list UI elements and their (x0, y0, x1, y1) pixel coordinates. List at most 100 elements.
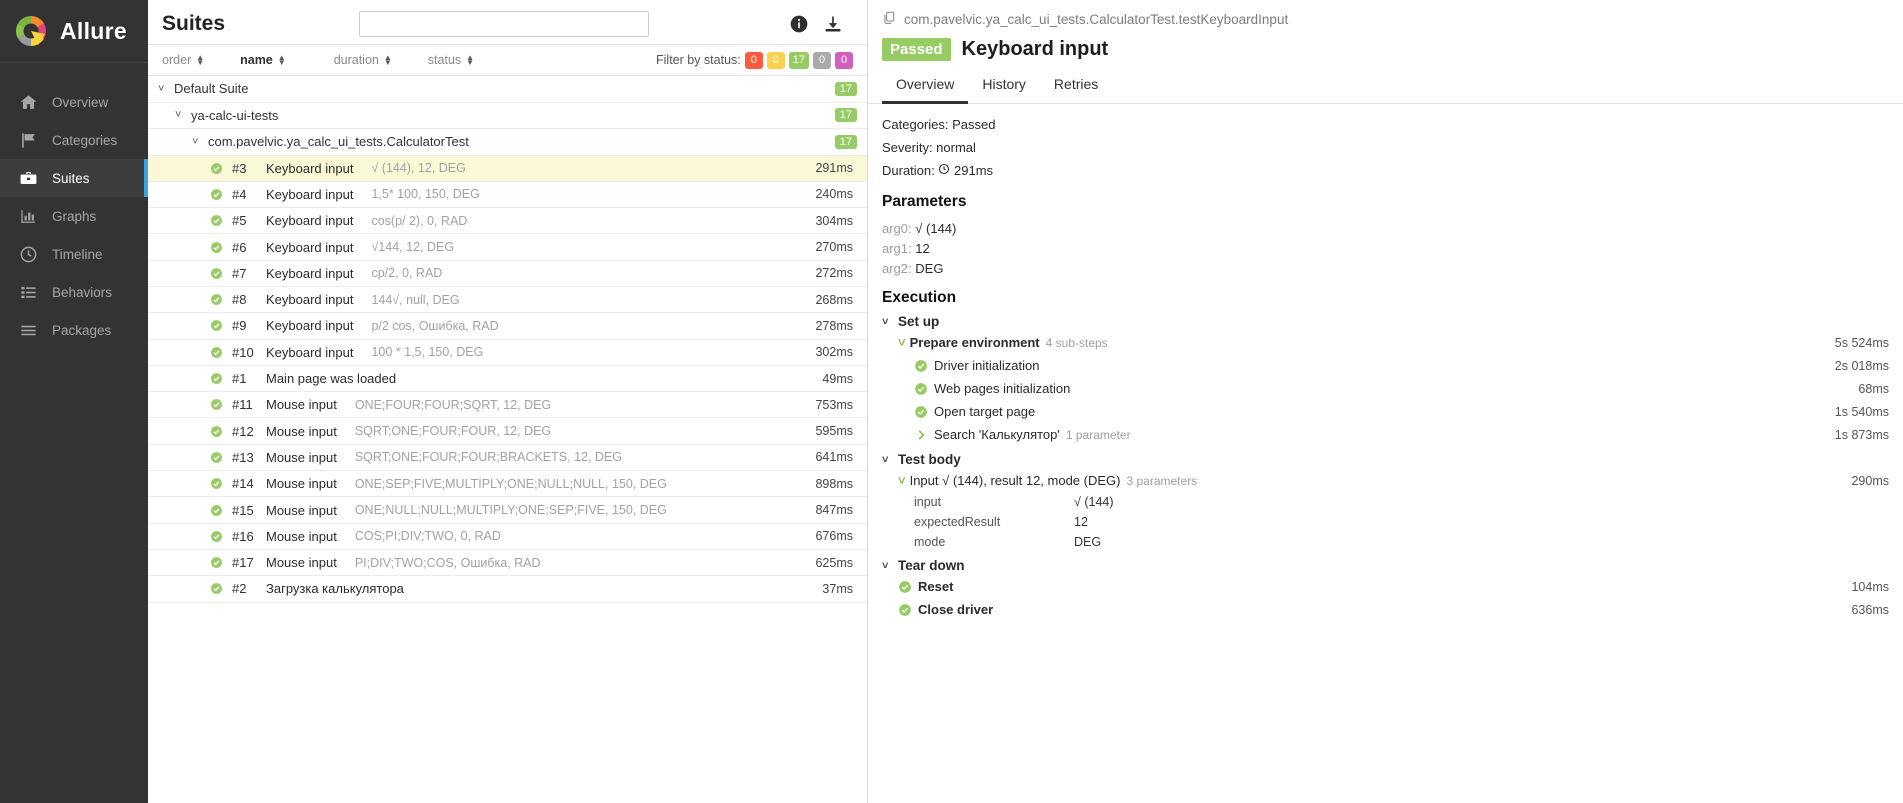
status-passed-icon (210, 267, 223, 280)
test-row[interactable]: #13 Mouse input SQRT;ONE;FOUR;FOUR;BRACKET… (148, 445, 867, 472)
chevron-down-icon: ˅ (882, 453, 889, 466)
test-number: #3 (232, 160, 247, 176)
step-label: Reset (918, 579, 954, 594)
sidebar-item-behaviors[interactable]: Behaviors (0, 273, 148, 311)
chevron-updown-icon: ▲ ▼ (277, 53, 286, 67)
sidebar-item-overview[interactable]: Overview (0, 83, 148, 121)
sidebar-item-packages[interactable]: Packages (0, 311, 148, 349)
chevron-updown-icon: ▲ ▼ (383, 53, 392, 67)
status-badge-passed[interactable]: 17 (788, 51, 809, 69)
setup-label: Set up (898, 314, 940, 329)
sort-duration[interactable]: duration ▲ ▼ (334, 53, 392, 67)
test-row[interactable]: #4 Keyboard input 1,5* 100, 150, DEG 240ms (148, 182, 867, 209)
sort-name[interactable]: name ▲ ▼ (240, 53, 286, 67)
setup-step[interactable]: Driver initialization 2s 018ms (882, 354, 1889, 377)
test-parameters: cos(p/ 2), 0, RAD (371, 213, 468, 228)
info-icon[interactable] (789, 14, 809, 34)
test-row[interactable]: #10 Keyboard input 100 * 1,5, 150, DEG 302m… (148, 340, 867, 366)
step-label: Driver initialization (934, 358, 1040, 373)
parameter-value: √ (144) (915, 220, 957, 236)
param-key: expectedResult (914, 515, 1001, 529)
tab-overview[interactable]: Overview (882, 67, 969, 104)
brand[interactable]: Allure (0, 0, 148, 63)
status-passed-icon (210, 188, 223, 201)
status-badge-broken[interactable]: 0 (766, 51, 785, 69)
test-row[interactable]: #16 Mouse input COS;PI;DIV;TWO, 0, RAD 676m… (148, 524, 867, 550)
setup-group[interactable]: ˅ Set up (882, 314, 1889, 329)
test-row[interactable]: #1 Main page was loaded 49ms (148, 366, 867, 393)
test-row[interactable]: #3 Keyboard input √ (144), 12, DEG 291ms (148, 155, 867, 182)
status-badge-unknown[interactable]: 0 (835, 51, 853, 69)
setup-step[interactable]: Open target page 1s 540ms (882, 400, 1889, 423)
parameter-row: arg1: 12 (882, 240, 930, 256)
test-name: Keyboard input (266, 160, 354, 176)
test-row[interactable]: #8 Keyboard input 144√, null, DEG 268ms (148, 287, 867, 314)
sidebar-item-suites[interactable]: Suites (0, 159, 148, 197)
test-duration: 641ms (815, 450, 853, 465)
test-row[interactable]: #9 Keyboard input p/2 cos, Ошибка, RAD 278m… (148, 313, 867, 340)
setup-prepare-environment-step[interactable]: ˅ Prepare environment 4 sub-steps 5s 524… (882, 331, 1889, 354)
teardown-step[interactable]: Close driver 636ms (882, 598, 1889, 621)
test-number: #7 (232, 265, 247, 281)
test-row[interactable]: #11 Mouse input ONE;FOUR;FOUR;SQRT, 12, DE… (148, 392, 867, 419)
test-number: #5 (232, 213, 247, 229)
test-row[interactable]: #2 Загрузка калькулятора 37ms (148, 576, 867, 603)
test-body-param-row: expectedResult 12 (882, 512, 1889, 532)
sort-order[interactable]: order ▲ ▼ (162, 53, 204, 67)
test-list: #3 Keyboard input √ (144), 12, DEG 291ms #4 K… (148, 155, 867, 603)
status-badge-skipped[interactable]: 0 (813, 51, 831, 69)
tab-history[interactable]: History (968, 67, 1040, 104)
test-number: #17 (232, 555, 254, 571)
tree-group-calculator-test[interactable]: ˅ com.pavelvic.ya_calc_ui_tests.Calculat… (148, 129, 867, 156)
test-parameters: √144, 12, DEG (371, 240, 455, 255)
duration-label: Duration: (882, 163, 935, 178)
test-row[interactable]: #15 Mouse input ONE;NULL;NULL;MULTIPLY;ONE… (148, 497, 867, 524)
tree-group-default-suite[interactable]: ˅ Default Suite 17 (148, 76, 867, 103)
sidebar-item-timeline[interactable]: Timeline (0, 235, 148, 273)
test-duration: 278ms (815, 318, 853, 333)
test-name: Mouse input (266, 423, 337, 439)
sidebar-item-label: Suites (52, 170, 90, 186)
sidebar-item-label: Overview (52, 94, 109, 110)
test-body-group[interactable]: ˅ Test body (882, 452, 1889, 467)
test-body-step[interactable]: ˅ Input √ (144), result 12, mode (DEG) 3… (882, 469, 1889, 492)
tab-retries[interactable]: Retries (1040, 67, 1112, 104)
test-duration: 304ms (815, 213, 853, 228)
setup-step-search[interactable]: Search 'Калькулятор' 1 parameter 1s 873m… (882, 423, 1889, 446)
test-duration: 49ms (822, 371, 853, 386)
copy-icon[interactable] (882, 10, 896, 28)
download-icon[interactable] (823, 14, 843, 34)
step-label: Close driver (918, 602, 994, 617)
status-badge-failed[interactable]: 0 (744, 51, 763, 69)
sort-status[interactable]: status ▲ ▼ (428, 53, 474, 67)
detail-title-row: Passed Keyboard input (868, 34, 1903, 67)
setup-step[interactable]: Web pages initialization 68ms (882, 377, 1889, 400)
allure-report-app: Allure Overview Categories Suites Graphs… (0, 0, 1903, 803)
test-row[interactable]: #12 Mouse input SQRT;ONE;FOUR;FOUR, 12, DE… (148, 418, 867, 445)
search-box[interactable] (359, 11, 649, 37)
tree-group-ya-calc-ui-tests[interactable]: ˅ ya-calc-ui-tests 17 (148, 103, 867, 129)
test-name: Mouse input (266, 449, 337, 465)
test-name: Mouse input (266, 555, 337, 571)
test-row[interactable]: #14 Mouse input ONE;SEP;FIVE;MULTIPLY;ONE;… (148, 471, 867, 498)
test-number: #9 (232, 318, 247, 334)
test-row[interactable]: #6 Keyboard input √144, 12, DEG 270ms (148, 234, 867, 261)
test-name: Mouse input (266, 397, 337, 413)
status-filter: Filter by status: 0 0 17 0 0 (656, 51, 853, 69)
test-detail-panel: com.pavelvic.ya_calc_ui_tests.Calculator… (868, 0, 1903, 803)
test-parameters: ONE;SEP;FIVE;MULTIPLY;ONE;NULL;NULL, 150… (354, 476, 667, 491)
sort-name-label: name (240, 53, 273, 67)
test-row[interactable]: #7 Keyboard input cp/2, 0, RAD 272ms (148, 261, 867, 287)
sort-duration-label: duration (333, 53, 379, 67)
teardown-step[interactable]: Reset 104ms (882, 575, 1889, 598)
tree-group-count: 17 (834, 81, 857, 96)
sidebar-item-categories[interactable]: Categories (0, 121, 148, 159)
test-row[interactable]: #17 Mouse input PI;DIV;TWO;COS, Ошибка, RA… (148, 550, 867, 577)
test-duration: 625ms (815, 555, 853, 570)
test-row[interactable]: #5 Keyboard input cos(p/ 2), 0, RAD 304ms (148, 208, 867, 235)
step-duration: 1s 873ms (1834, 427, 1889, 442)
sidebar-item-graphs[interactable]: Graphs (0, 197, 148, 235)
search-input[interactable] (360, 12, 648, 36)
teardown-group[interactable]: ˅ Tear down (882, 558, 1889, 573)
substeps-count: 1 parameter (1065, 427, 1131, 442)
